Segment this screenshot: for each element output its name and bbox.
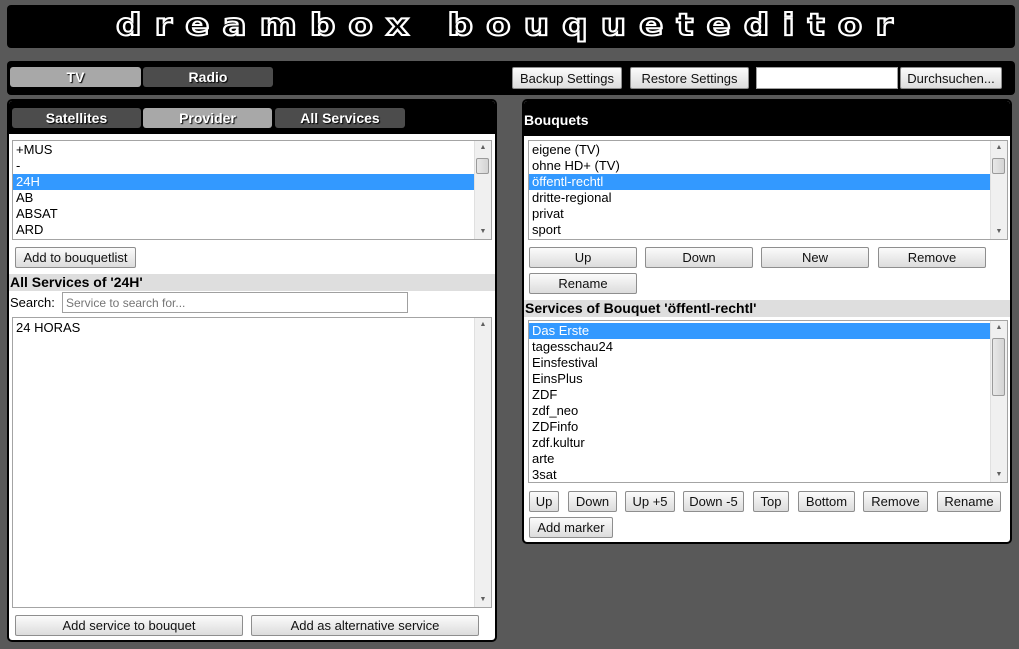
provider-list[interactable]: +MUS - 24H AB ABSAT ARD ▲ ▼ [12, 140, 492, 240]
backup-settings-button[interactable]: Backup Settings [512, 67, 622, 89]
scroll-down-arrow-icon[interactable]: ▼ [475, 225, 491, 239]
scroll-thumb[interactable] [476, 158, 489, 174]
search-label: Search: [10, 295, 55, 310]
list-item[interactable]: privat [529, 206, 990, 222]
bouquets-title: Bouquets [524, 112, 589, 128]
bouquet-services-list[interactable]: Das Erste tagesschau24 Einsfestival Eins… [528, 320, 1008, 483]
bouquet-list[interactable]: eigene (TV) ohne HD+ (TV) öffentl-rechtl… [528, 140, 1008, 240]
search-input[interactable] [62, 292, 408, 313]
tab-provider[interactable]: Provider [143, 108, 272, 128]
service-items: 24 HORAS [13, 320, 474, 336]
list-item[interactable]: ohne HD+ (TV) [529, 158, 990, 174]
list-item[interactable]: ABSAT [13, 206, 474, 222]
scroll-thumb[interactable] [992, 338, 1005, 396]
service-bottom-button[interactable]: Bottom [798, 491, 855, 512]
list-item[interactable]: AB [13, 190, 474, 206]
scroll-up-arrow-icon[interactable]: ▲ [991, 141, 1007, 155]
tab-tv[interactable]: TV [10, 67, 141, 87]
list-item[interactable]: zdf.kultur [529, 435, 990, 451]
list-item[interactable]: ARD [13, 222, 474, 238]
list-item[interactable]: sport [529, 222, 990, 238]
list-item[interactable]: ZDFinfo [529, 419, 990, 435]
add-alternative-service-button[interactable]: Add as alternative service [251, 615, 479, 636]
list-item[interactable]: arte [529, 451, 990, 467]
list-item[interactable]: öffentl-rechtl [529, 174, 990, 190]
list-item[interactable]: dritte-regional [529, 190, 990, 206]
scroll-up-arrow-icon[interactable]: ▲ [475, 318, 491, 332]
bouquet-up-button[interactable]: Up [529, 247, 637, 268]
add-to-bouquetlist-button[interactable]: Add to bouquetlist [15, 247, 136, 268]
bouquet-rename-button[interactable]: Rename [529, 273, 637, 294]
provider-list-scrollbar[interactable]: ▲ ▼ [474, 141, 491, 239]
left-services-title: All Services of '24H' [9, 274, 495, 291]
list-item[interactable]: Einsfestival [529, 355, 990, 371]
list-item[interactable]: +MUS [13, 142, 474, 158]
header-title: dreambox bouqueteditor [116, 8, 906, 43]
services-list[interactable]: 24 HORAS ▲ ▼ [12, 317, 492, 608]
right-panel: Bouquets eigene (TV) ohne HD+ (TV) öffen… [522, 99, 1012, 544]
bouquet-services-title: Services of Bouquet 'öffentl-rechtl' [524, 300, 1010, 317]
service-up5-button[interactable]: Up +5 [625, 491, 675, 512]
service-down-button[interactable]: Down [568, 491, 617, 512]
header-logo: dreambox bouqueteditor [115, 7, 906, 44]
scroll-down-arrow-icon[interactable]: ▼ [475, 593, 491, 607]
service-up-button[interactable]: Up [529, 491, 559, 512]
services-list-scrollbar[interactable]: ▲ ▼ [474, 318, 491, 607]
left-panel: Satellites Provider All Services +MUS - … [7, 99, 497, 642]
scroll-thumb[interactable] [992, 158, 1005, 174]
toolbar: TV Radio Backup Settings Restore Setting… [7, 61, 1015, 95]
bouquet-remove-button[interactable]: Remove [878, 247, 986, 268]
list-item[interactable]: EinsPlus [529, 371, 990, 387]
right-panel-titlebar: Bouquets [524, 101, 1010, 136]
tab-radio[interactable]: Radio [143, 67, 273, 87]
list-item[interactable]: 3sat [529, 467, 990, 482]
restore-settings-button[interactable]: Restore Settings [630, 67, 749, 89]
service-remove-button[interactable]: Remove [863, 491, 928, 512]
tab-all-services[interactable]: All Services [275, 108, 405, 128]
app-header: dreambox bouqueteditor [7, 5, 1015, 48]
tab-satellites[interactable]: Satellites [12, 108, 141, 128]
list-item[interactable]: ZDF [529, 387, 990, 403]
list-item[interactable]: tagesschau24 [529, 339, 990, 355]
list-item[interactable]: eigene (TV) [529, 142, 990, 158]
bouquet-list-scrollbar[interactable]: ▲ ▼ [990, 141, 1007, 239]
left-panel-tabbar: Satellites Provider All Services [9, 101, 495, 134]
provider-items: +MUS - 24H AB ABSAT ARD [13, 142, 474, 238]
add-marker-button[interactable]: Add marker [529, 517, 613, 538]
scroll-up-arrow-icon[interactable]: ▲ [991, 321, 1007, 335]
bouquet-items: eigene (TV) ohne HD+ (TV) öffentl-rechtl… [529, 142, 990, 238]
service-down5-button[interactable]: Down -5 [683, 491, 744, 512]
scroll-down-arrow-icon[interactable]: ▼ [991, 468, 1007, 482]
scroll-down-arrow-icon[interactable]: ▼ [991, 225, 1007, 239]
bouquet-services-scrollbar[interactable]: ▲ ▼ [990, 321, 1007, 482]
list-item[interactable]: 24 HORAS [13, 320, 474, 336]
list-item[interactable]: 24H [13, 174, 474, 190]
scroll-up-arrow-icon[interactable]: ▲ [475, 141, 491, 155]
restore-file-field[interactable] [756, 67, 898, 89]
list-item[interactable]: Das Erste [529, 323, 990, 339]
bouquet-down-button[interactable]: Down [645, 247, 753, 268]
list-item[interactable]: - [13, 158, 474, 174]
list-item[interactable]: zdf_neo [529, 403, 990, 419]
service-top-button[interactable]: Top [753, 491, 789, 512]
add-service-to-bouquet-button[interactable]: Add service to bouquet [15, 615, 243, 636]
service-rename-button[interactable]: Rename [937, 491, 1001, 512]
bouquet-new-button[interactable]: New [761, 247, 869, 268]
browse-button[interactable]: Durchsuchen... [900, 67, 1002, 89]
bouquet-service-items: Das Erste tagesschau24 Einsfestival Eins… [529, 323, 990, 482]
